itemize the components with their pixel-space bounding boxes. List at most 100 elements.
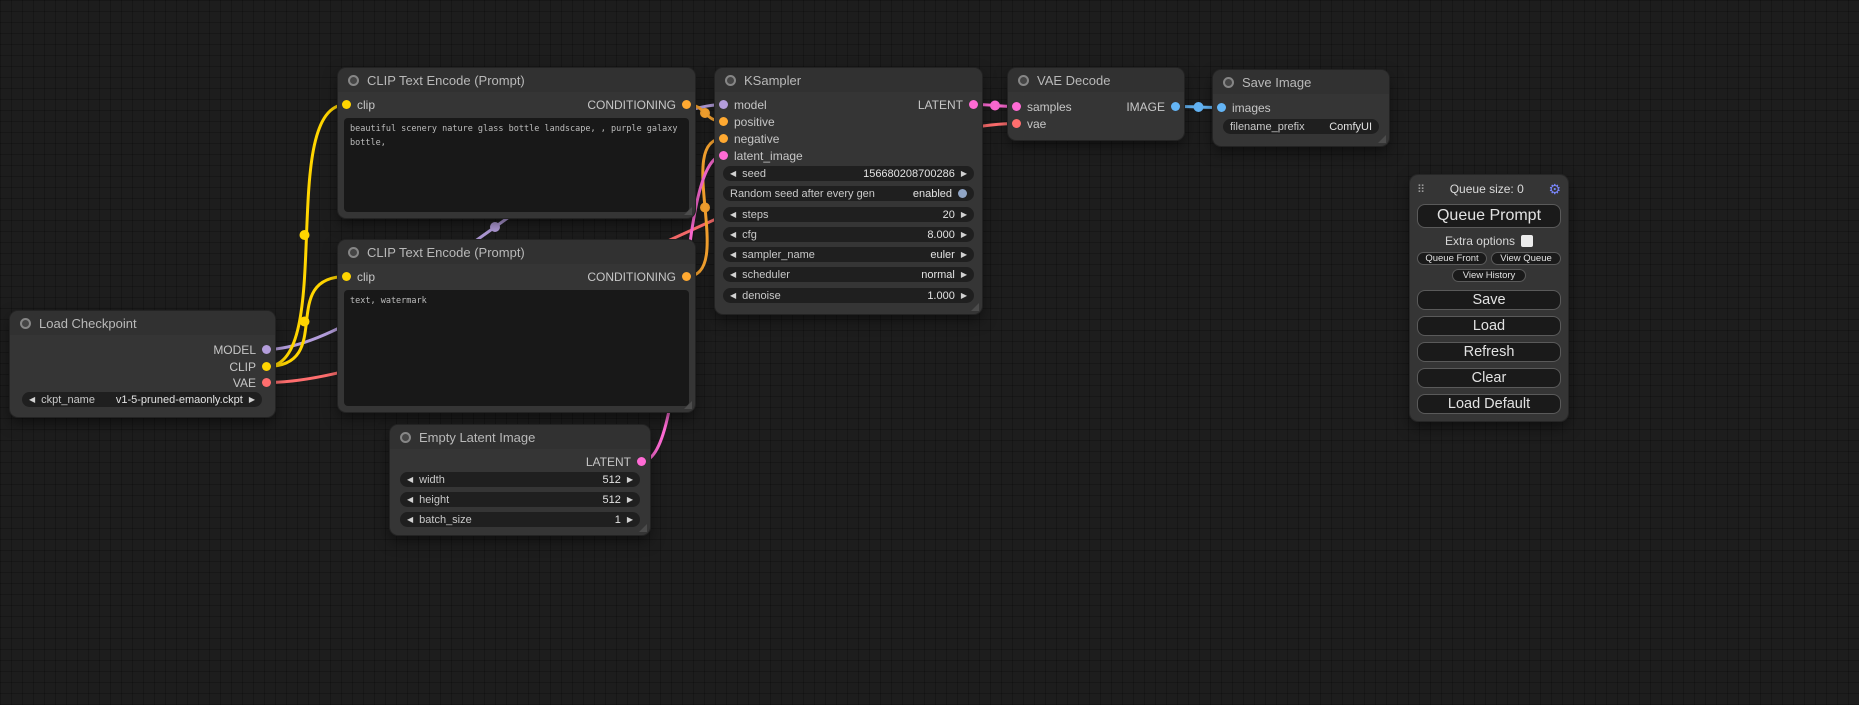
save-button[interactable]: Save — [1417, 290, 1561, 310]
slot-dot-model[interactable] — [719, 100, 728, 109]
input-slot-latent-image[interactable]: latent_image — [719, 147, 803, 164]
load-button[interactable]: Load — [1417, 316, 1561, 336]
decrement-arrow-icon[interactable] — [730, 231, 736, 239]
increment-arrow-icon[interactable] — [627, 476, 633, 484]
increment-arrow-icon[interactable] — [961, 271, 967, 279]
collapse-dot-icon[interactable] — [20, 318, 31, 329]
node-vae-decode[interactable]: VAE Decode samples vae IMAGE — [1008, 68, 1184, 140]
node-titlebar[interactable]: CLIP Text Encode (Prompt) — [338, 240, 695, 264]
slot-dot-clip[interactable] — [342, 272, 351, 281]
output-slot-image[interactable]: IMAGE — [1126, 98, 1180, 115]
slot-dot-image[interactable] — [1171, 102, 1180, 111]
node-titlebar[interactable]: Save Image — [1213, 70, 1389, 94]
input-slot-samples[interactable]: samples — [1012, 98, 1072, 115]
queue-front-button[interactable]: Queue Front — [1417, 252, 1487, 265]
input-slot-vae[interactable]: vae — [1012, 115, 1046, 132]
node-empty-latent-image[interactable]: Empty Latent Image LATENT width 512 heig… — [390, 425, 650, 535]
ckpt-name-widget[interactable]: ckpt_name v1-5-pruned-emaonly.ckpt — [22, 392, 262, 407]
prompt-textarea[interactable]: beautiful scenery nature glass bottle la… — [344, 118, 689, 212]
input-slot-model[interactable]: model — [719, 96, 767, 113]
filename-prefix-widget[interactable]: filename_prefix ComfyUI — [1223, 119, 1379, 134]
decrement-arrow-icon[interactable] — [730, 211, 736, 219]
node-titlebar[interactable]: Empty Latent Image — [390, 425, 650, 449]
increment-arrow-icon[interactable] — [961, 251, 967, 259]
input-slot-clip[interactable]: clip — [342, 268, 375, 285]
node-clip-text-encode-positive[interactable]: CLIP Text Encode (Prompt) clip CONDITION… — [338, 68, 695, 218]
node-titlebar[interactable]: VAE Decode — [1008, 68, 1184, 92]
decrement-arrow-icon[interactable] — [730, 251, 736, 259]
collapse-dot-icon[interactable] — [1018, 75, 1029, 86]
node-graph-canvas[interactable]: Load Checkpoint MODEL CLIP VAE ckpt_name… — [0, 0, 1859, 705]
node-load-checkpoint[interactable]: Load Checkpoint MODEL CLIP VAE ckpt_name… — [10, 311, 275, 417]
decrement-arrow-icon[interactable] — [407, 476, 413, 484]
output-slot-conditioning[interactable]: CONDITIONING — [587, 268, 691, 285]
random-seed-toggle-widget[interactable]: Random seed after every gen enabled — [723, 186, 974, 201]
decrement-arrow-icon[interactable] — [29, 396, 35, 404]
resize-handle-icon[interactable] — [639, 524, 647, 532]
node-titlebar[interactable]: KSampler — [715, 68, 982, 92]
input-slot-negative[interactable]: negative — [719, 130, 779, 147]
node-save-image[interactable]: Save Image images filename_prefix ComfyU… — [1213, 70, 1389, 146]
sampler-name-widget[interactable]: sampler_name euler — [723, 247, 974, 262]
output-slot-model[interactable]: MODEL — [213, 341, 271, 358]
refresh-button[interactable]: Refresh — [1417, 342, 1561, 362]
extra-options-checkbox[interactable] — [1521, 235, 1533, 247]
collapse-dot-icon[interactable] — [348, 247, 359, 258]
scheduler-widget[interactable]: scheduler normal — [723, 267, 974, 282]
increment-arrow-icon[interactable] — [961, 231, 967, 239]
clear-button[interactable]: Clear — [1417, 368, 1561, 388]
height-widget[interactable]: height 512 — [400, 492, 640, 507]
output-slot-clip[interactable]: CLIP — [229, 358, 271, 375]
resize-handle-icon[interactable] — [1378, 135, 1386, 143]
load-default-button[interactable]: Load Default — [1417, 394, 1561, 414]
collapse-dot-icon[interactable] — [348, 75, 359, 86]
increment-arrow-icon[interactable] — [961, 211, 967, 219]
increment-arrow-icon[interactable] — [961, 170, 967, 178]
slot-dot-clip[interactable] — [262, 362, 271, 371]
increment-arrow-icon[interactable] — [961, 292, 967, 300]
slot-dot-model[interactable] — [262, 345, 271, 354]
collapse-dot-icon[interactable] — [400, 432, 411, 443]
drag-handle-icon[interactable] — [1417, 183, 1425, 196]
slot-dot-vae[interactable] — [1012, 119, 1021, 128]
slot-dot-latent[interactable] — [719, 151, 728, 160]
node-titlebar[interactable]: Load Checkpoint — [10, 311, 275, 335]
cfg-widget[interactable]: cfg 8.000 — [723, 227, 974, 242]
decrement-arrow-icon[interactable] — [730, 292, 736, 300]
prompt-textarea[interactable]: text, watermark — [344, 290, 689, 406]
node-ksampler[interactable]: KSampler model positive negative latent_… — [715, 68, 982, 314]
output-slot-vae[interactable]: VAE — [233, 374, 271, 391]
increment-arrow-icon[interactable] — [627, 516, 633, 524]
denoise-widget[interactable]: denoise 1.000 — [723, 288, 974, 303]
increment-arrow-icon[interactable] — [627, 496, 633, 504]
slot-dot-conditioning[interactable] — [682, 272, 691, 281]
seed-widget[interactable]: seed 156680208700286 — [723, 166, 974, 181]
batch-size-widget[interactable]: batch_size 1 — [400, 512, 640, 527]
node-clip-text-encode-negative[interactable]: CLIP Text Encode (Prompt) clip CONDITION… — [338, 240, 695, 412]
settings-gear-icon[interactable] — [1548, 181, 1561, 198]
slot-dot-conditioning[interactable] — [682, 100, 691, 109]
increment-arrow-icon[interactable] — [249, 396, 255, 404]
decrement-arrow-icon[interactable] — [730, 170, 736, 178]
resize-handle-icon[interactable] — [684, 207, 692, 215]
slot-dot-image[interactable] — [1217, 103, 1226, 112]
view-history-button[interactable]: View History — [1452, 269, 1527, 282]
output-slot-latent[interactable]: LATENT — [586, 453, 646, 470]
slot-dot-latent[interactable] — [1012, 102, 1021, 111]
collapse-dot-icon[interactable] — [1223, 77, 1234, 88]
input-slot-images[interactable]: images — [1217, 99, 1271, 116]
decrement-arrow-icon[interactable] — [407, 496, 413, 504]
decrement-arrow-icon[interactable] — [407, 516, 413, 524]
resize-handle-icon[interactable] — [684, 401, 692, 409]
input-slot-positive[interactable]: positive — [719, 113, 775, 130]
slot-dot-conditioning[interactable] — [719, 117, 728, 126]
decrement-arrow-icon[interactable] — [730, 271, 736, 279]
view-queue-button[interactable]: View Queue — [1491, 252, 1561, 265]
slot-dot-conditioning[interactable] — [719, 134, 728, 143]
slot-dot-latent[interactable] — [637, 457, 646, 466]
width-widget[interactable]: width 512 — [400, 472, 640, 487]
steps-widget[interactable]: steps 20 — [723, 207, 974, 222]
input-slot-clip[interactable]: clip — [342, 96, 375, 113]
node-titlebar[interactable]: CLIP Text Encode (Prompt) — [338, 68, 695, 92]
slot-dot-latent[interactable] — [969, 100, 978, 109]
